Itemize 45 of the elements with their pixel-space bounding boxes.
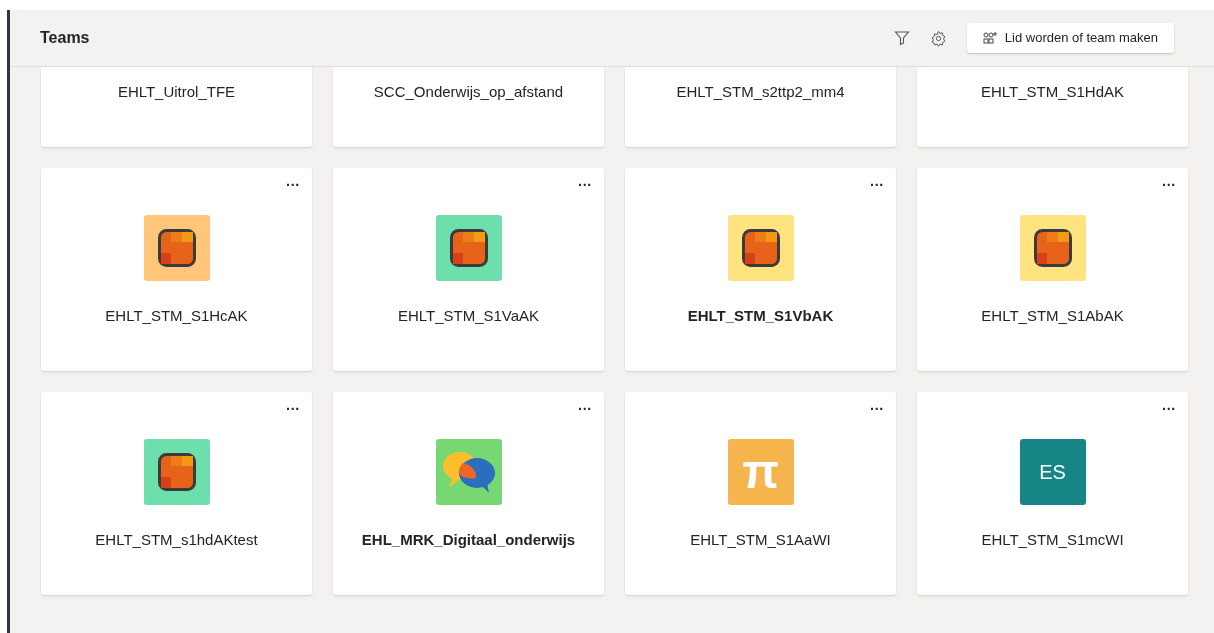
team-name: EHLT_Uitrol_TFE — [117, 81, 236, 102]
more-options-button[interactable]: ··· — [578, 402, 592, 416]
more-options-button[interactable]: ··· — [286, 402, 300, 416]
rounded-square-icon — [157, 229, 196, 267]
team-name: EHLT_STM_S1VaAK — [397, 306, 540, 326]
team-card[interactable]: ··· ES EHLT_STM_S1mcWI — [917, 392, 1188, 595]
rounded-square-icon — [1033, 229, 1072, 267]
team-name: EHLT_STM_S1AaWI — [690, 530, 831, 550]
team-name: EHLT_STM_S1AbAK — [981, 306, 1124, 326]
join-or-create-team-button[interactable]: Lid worden of team maken — [966, 23, 1174, 53]
team-card[interactable]: ··· EHLT_STM_S1HcAK — [41, 168, 312, 371]
rounded-square-icon — [157, 453, 196, 491]
team-name: EHLT_STM_s1hdAKtest — [95, 530, 258, 550]
team-name: EHLT_STM_S1mcWI — [981, 530, 1124, 550]
team-card[interactable]: ··· EHLT_STM_s1hdAKtest — [41, 392, 312, 595]
team-card[interactable]: ··· EHLT_STM_S1VbAK — [625, 168, 896, 371]
more-options-button[interactable]: ··· — [286, 178, 300, 192]
settings-icon[interactable] — [929, 29, 947, 47]
team-name: EHLT_STM_S1HdAK — [980, 81, 1125, 102]
filter-icon[interactable] — [893, 30, 910, 46]
team-card[interactable]: ··· EHLT_STM_S1AbAK — [917, 168, 1188, 371]
people-add-icon — [982, 32, 997, 44]
team-name: EHLT_STM_S1HcAK — [105, 306, 248, 326]
rounded-square-icon — [741, 229, 780, 267]
team-card[interactable]: ··· EHLT_STM_S1VaAK — [333, 168, 604, 371]
more-options-button[interactable]: ··· — [1162, 178, 1176, 192]
team-card[interactable]: EHLT_STM_S1HdAK — [917, 67, 1188, 147]
more-options-button[interactable]: ··· — [870, 402, 884, 416]
avatar-initials: ES — [1039, 460, 1066, 485]
more-options-button[interactable]: ··· — [1162, 402, 1176, 416]
team-name: EHLT_STM_S1VbAK — [687, 306, 834, 326]
team-card[interactable]: EHLT_STM_s2ttp2_mm4 — [625, 67, 896, 147]
speech-bubbles-icon — [440, 449, 497, 495]
page-title: Teams — [40, 28, 90, 48]
rounded-square-icon — [449, 229, 488, 267]
team-name: EHL_MRK_Digitaal_onderwijs — [361, 530, 576, 550]
team-name: SCC_Onderwijs_op_afstand — [373, 81, 564, 102]
team-card[interactable]: SCC_Onderwijs_op_afstand — [333, 67, 604, 147]
team-card[interactable]: ··· EHL_MRK_Digitaal_onderwijs — [333, 392, 604, 595]
more-options-button[interactable]: ··· — [578, 178, 592, 192]
team-card[interactable]: ··· π EHLT_STM_S1AaWI — [625, 392, 896, 595]
more-options-button[interactable]: ··· — [870, 178, 884, 192]
team-name: EHLT_STM_s2ttp2_mm4 — [676, 81, 845, 102]
avatar-initials: π — [742, 448, 779, 496]
team-card[interactable]: EHLT_Uitrol_TFE — [41, 67, 312, 147]
